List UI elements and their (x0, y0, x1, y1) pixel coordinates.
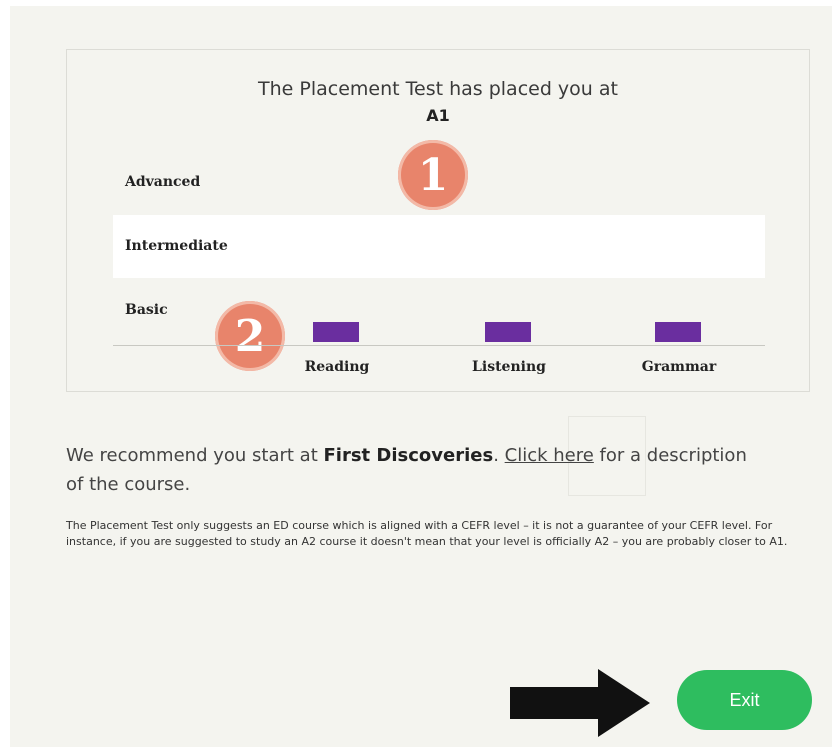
band-label-basic: Basic (125, 302, 168, 318)
step-1-marker: 1 (398, 140, 468, 210)
recommended-course: First Discoveries (323, 445, 494, 466)
cefr-disclaimer: The Placement Test only suggests an ED c… (66, 519, 788, 548)
skill-label-reading: Reading (304, 359, 370, 375)
reading-score-bar (313, 322, 359, 342)
recommendation-text: We recommend you start at First Discover… (66, 441, 766, 499)
result-heading: The Placement Test has placed you at (258, 78, 618, 100)
step-2-marker: 2 (215, 301, 285, 371)
result-card: The Placement Test has placed you at A1 … (66, 49, 810, 392)
course-description-link[interactable]: Click here (505, 445, 594, 466)
exit-button[interactable]: Exit (677, 670, 812, 730)
grammar-score-bar (655, 322, 701, 342)
placement-result-page: The Placement Test has placed you at A1 … (10, 6, 832, 747)
skill-label-grammar: Grammar (641, 359, 717, 375)
axis-line (113, 345, 765, 346)
arrow-right-icon (510, 669, 650, 737)
skill-label-listening: Listening (472, 359, 546, 375)
recommendation-prefix: We recommend you start at (66, 445, 324, 466)
band-label-intermediate: Intermediate (125, 238, 228, 254)
placed-level: A1 (426, 106, 450, 125)
listening-score-bar (485, 322, 531, 342)
recommendation-period: . (493, 445, 505, 466)
band-label-advanced: Advanced (125, 174, 201, 190)
